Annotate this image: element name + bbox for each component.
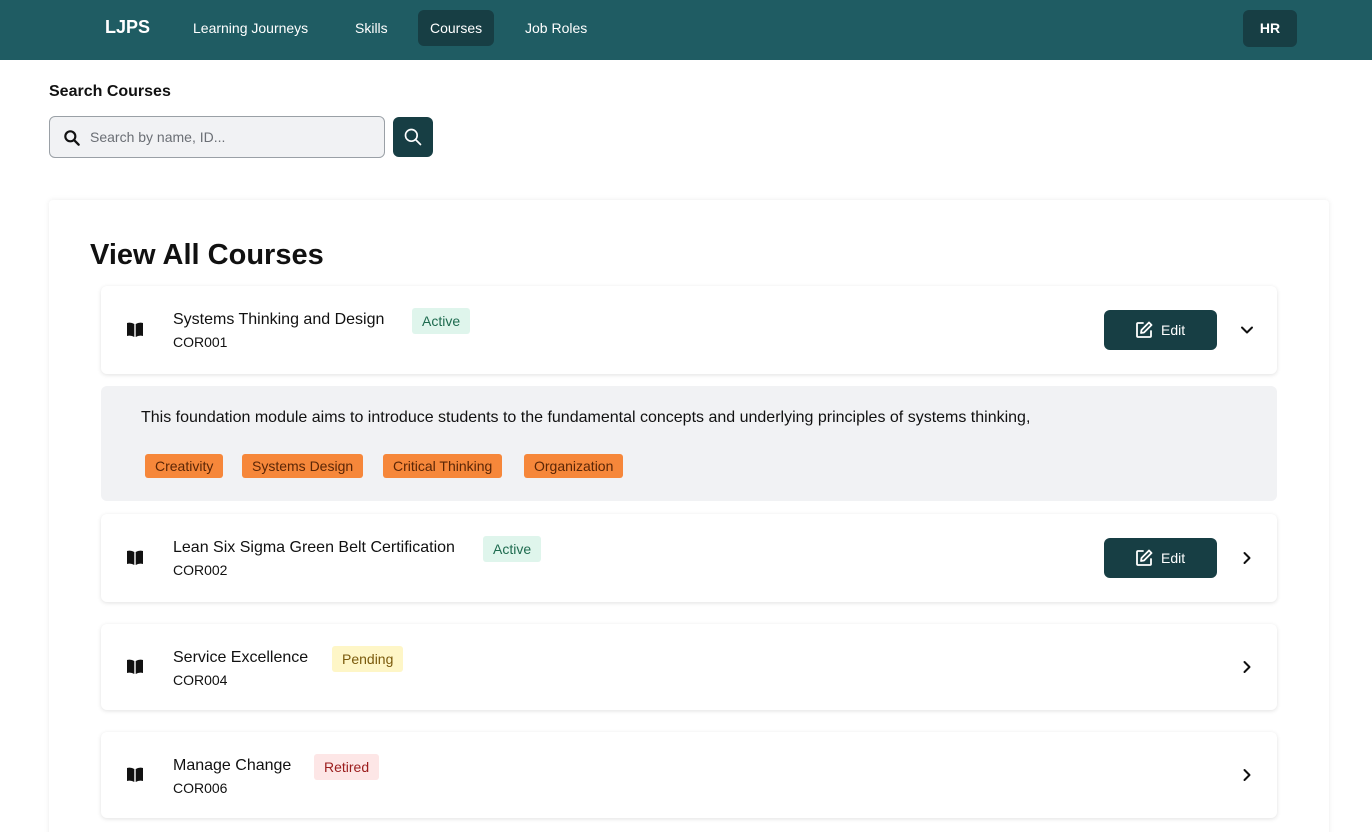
search-icon	[64, 130, 80, 146]
brand-logo[interactable]: LJPS	[105, 17, 150, 38]
course-name: Systems Thinking and Design	[173, 311, 385, 328]
course-details-panel: This foundation module aims to introduce…	[101, 386, 1277, 501]
course-name: Manage Change	[173, 757, 292, 774]
chevron-right-icon[interactable]	[1239, 767, 1255, 783]
edit-label: Edit	[1161, 322, 1186, 338]
skill-tag: Organization	[524, 454, 624, 478]
nav-skills[interactable]: Skills	[343, 10, 400, 46]
skill-tag: Creativity	[145, 454, 224, 478]
course-id: COR004	[173, 672, 228, 688]
page-title: View All Courses	[90, 239, 324, 271]
course-row-cor006[interactable]: Manage Change Retired COR006	[101, 732, 1277, 818]
skill-tag: Systems Design	[242, 454, 364, 478]
course-id: COR002	[173, 562, 228, 578]
course-id: COR001	[173, 334, 228, 350]
book-open-icon	[127, 659, 143, 674]
search-input[interactable]	[90, 117, 380, 157]
status-badge: Active	[412, 308, 471, 334]
search-field[interactable]	[49, 116, 385, 158]
status-badge: Retired	[314, 754, 380, 780]
nav-job-roles[interactable]: Job Roles	[513, 10, 599, 46]
edit-label: Edit	[1161, 550, 1186, 566]
course-row-cor001[interactable]: Systems Thinking and Design Active COR00…	[101, 286, 1277, 374]
edit-icon	[1136, 549, 1153, 566]
course-name: Service Excellence	[173, 649, 309, 666]
book-open-icon	[127, 550, 143, 565]
course-row-cor004[interactable]: Service Excellence Pending COR004	[101, 624, 1277, 710]
status-badge: Active	[483, 536, 542, 562]
user-role-button[interactable]: HR	[1243, 10, 1297, 47]
top-navbar: LJPS Learning Journeys Skills Courses Jo…	[0, 0, 1372, 60]
nav-learning-journeys[interactable]: Learning Journeys	[181, 10, 320, 46]
book-open-icon	[127, 322, 143, 337]
chevron-right-icon[interactable]	[1239, 550, 1255, 566]
chevron-down-icon[interactable]	[1239, 322, 1255, 338]
edit-button[interactable]: Edit	[1104, 310, 1217, 350]
skill-tag: Critical Thinking	[383, 454, 503, 478]
course-id: COR006	[173, 780, 228, 796]
course-description: This foundation module aims to introduce…	[141, 409, 1031, 426]
book-open-icon	[127, 767, 143, 782]
course-row-cor002[interactable]: Lean Six Sigma Green Belt Certification …	[101, 514, 1277, 602]
course-name: Lean Six Sigma Green Belt Certification	[173, 539, 455, 556]
edit-button[interactable]: Edit	[1104, 538, 1217, 578]
search-button[interactable]	[393, 117, 433, 157]
status-badge: Pending	[332, 646, 404, 672]
chevron-right-icon[interactable]	[1239, 659, 1255, 675]
edit-icon	[1136, 321, 1153, 338]
nav-courses[interactable]: Courses	[418, 10, 495, 46]
search-label: Search Courses	[49, 83, 171, 100]
search-icon	[404, 128, 422, 146]
